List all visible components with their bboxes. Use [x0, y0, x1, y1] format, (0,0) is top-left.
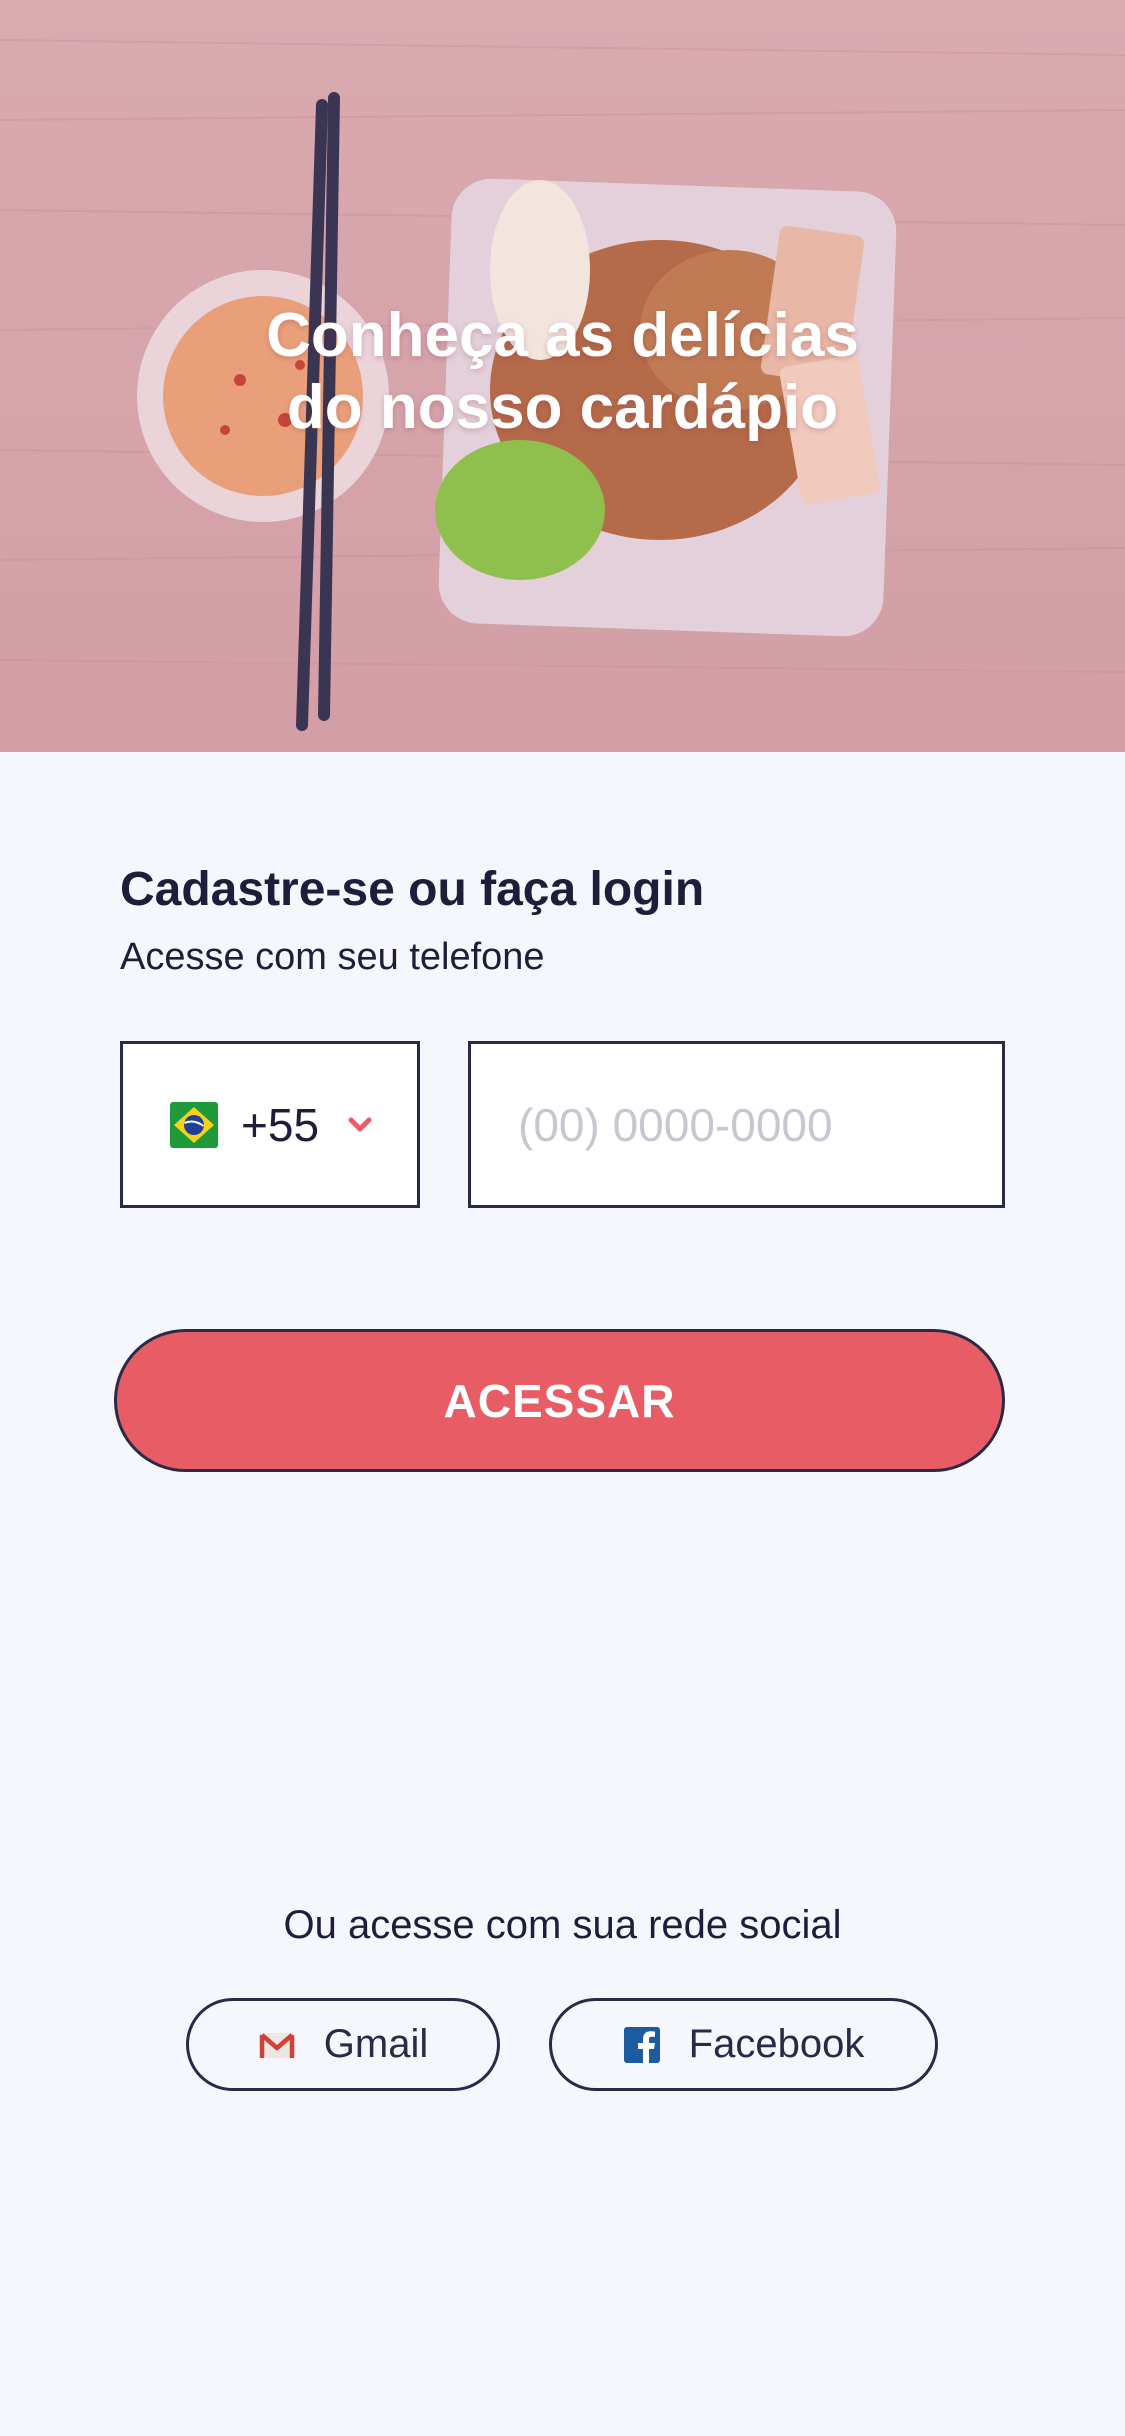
- country-code-select[interactable]: +55: [120, 1041, 420, 1208]
- facebook-label: Facebook: [688, 2022, 865, 2066]
- login-screen: Conheça as delícias do nosso cardápio Ca…: [0, 0, 1125, 2436]
- brazil-flag-icon: [170, 1102, 218, 1148]
- social-login-title: Ou acesse com sua rede social: [283, 1903, 842, 1947]
- facebook-icon: [623, 2026, 660, 2064]
- login-title: Cadastre-se ou faça login: [120, 863, 705, 916]
- hero-title: Conheça as delícias do nosso cardápio: [0, 300, 1125, 444]
- facebook-login-button[interactable]: Facebook: [549, 1998, 938, 2091]
- hero-title-line-2: do nosso cardápio: [286, 373, 839, 442]
- login-subtitle: Acesse com seu telefone: [120, 936, 545, 978]
- hero-title-line-1: Conheça as delícias: [266, 301, 859, 370]
- access-button[interactable]: ACESSAR: [114, 1329, 1005, 1472]
- gmail-label: Gmail: [323, 2022, 429, 2066]
- hero-banner: Conheça as delícias do nosso cardápio: [0, 0, 1125, 752]
- gmail-login-button[interactable]: Gmail: [186, 1998, 500, 2091]
- gmail-icon: [259, 2032, 295, 2058]
- country-code-value: +55: [241, 1099, 320, 1151]
- phone-input[interactable]: [468, 1041, 1005, 1208]
- chevron-down-icon: [348, 1117, 372, 1132]
